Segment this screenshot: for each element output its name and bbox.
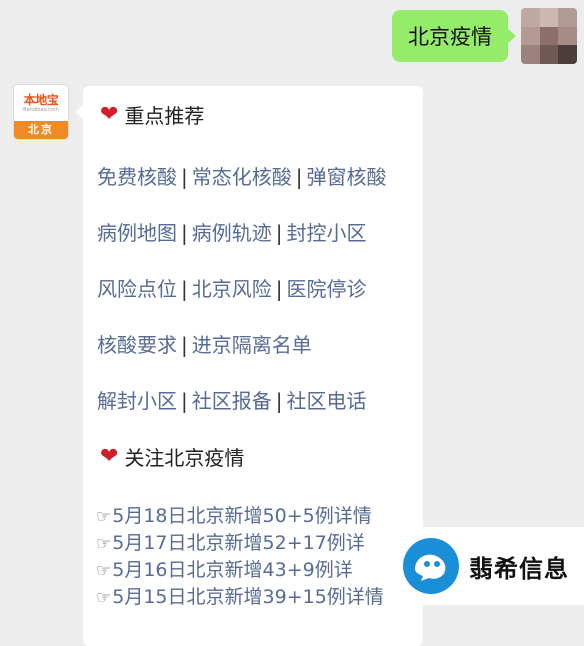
link-unlocked-area[interactable]: 解封小区 [97,389,177,413]
separator: | [181,221,188,245]
link-row-3: 风险点位 | 北京风险 | 医院停诊 [97,273,367,302]
link-popup-test[interactable]: 弹窗核酸 [307,165,387,189]
heart-icon: ❤ [100,444,119,469]
news-text: 5月17日北京新增52+17例详 [112,532,365,554]
heart-icon: ❤ [100,102,119,127]
link-risk-points[interactable]: 风险点位 [97,277,177,301]
pointing-hand-icon: ☞ [96,561,112,581]
link-test-requirements[interactable]: 核酸要求 [97,333,177,357]
separator: | [181,165,188,189]
separator: | [295,165,303,189]
outgoing-message-bubble[interactable]: 北京疫情 [392,10,516,62]
watermark-logo-icon [403,538,459,594]
link-hospital-closure[interactable]: 医院停诊 [287,277,367,301]
watermark-text: 翡希信息 [469,554,569,583]
news-text: 5月16日北京新增43+9例详 [112,559,353,581]
separator: | [181,333,188,357]
separator: | [275,221,283,245]
separator: | [181,389,188,413]
pointing-hand-icon: ☞ [96,534,112,554]
avatar-brand-sub: Bendibao.com [23,106,59,113]
news-item[interactable]: ☞5月17日北京新增52+17例详 [96,530,365,557]
link-free-test[interactable]: 免费核酸 [97,165,177,189]
watermark: 翡希信息 [401,527,584,605]
link-row-1: 免费核酸 | 常态化核酸 | 弹窗核酸 [97,161,387,190]
link-beijing-risk[interactable]: 北京风险 [192,277,272,301]
user-avatar[interactable] [521,8,577,64]
link-community-phone[interactable]: 社区电话 [287,389,367,413]
chat-area: 北京疫情 本地宝 Bendibao.com 北京 ❤ 重点推荐 免费核酸 | 常态化… [0,0,584,646]
link-quarantine-list[interactable]: 进京隔离名单 [192,333,312,357]
separator: | [181,277,188,301]
link-routine-test[interactable]: 常态化核酸 [192,165,292,189]
link-row-4: 核酸要求 | 进京隔离名单 [97,329,312,358]
avatar-brand-text: 本地宝 [23,92,59,107]
news-item[interactable]: ☞5月16日北京新增43+9例详 [96,557,353,584]
separator: | [275,389,283,413]
outgoing-message-text: 北京疫情 [408,25,492,49]
incoming-message-bubble: ❤ 重点推荐 免费核酸 | 常态化核酸 | 弹窗核酸 病例地图 | 病例轨迹 | 封控小区 风险… [75,86,423,646]
link-community-report[interactable]: 社区报备 [192,389,272,413]
section-title-recommend: ❤ 重点推荐 [100,100,204,129]
section-title-follow: ❤ 关注北京疫情 [100,442,244,471]
news-item[interactable]: ☞5月18日北京新增50+5例详情 [96,503,372,530]
link-locked-area[interactable]: 封控小区 [287,221,367,245]
section-title-text: 重点推荐 [124,104,205,128]
avatar-city-label: 北京 [14,121,68,139]
separator: | [275,277,283,301]
link-row-2: 病例地图 | 病例轨迹 | 封控小区 [97,217,367,246]
news-item[interactable]: ☞5月15日北京新增39+15例详情 [96,584,384,611]
official-account-avatar[interactable]: 本地宝 Bendibao.com 北京 [14,85,68,139]
pointing-hand-icon: ☞ [96,507,112,527]
pointing-hand-icon: ☞ [96,588,112,608]
link-case-map[interactable]: 病例地图 [97,221,177,245]
link-row-5: 解封小区 | 社区报备 | 社区电话 [97,385,367,414]
news-text: 5月18日北京新增50+5例详情 [112,505,372,527]
section-title-text: 关注北京疫情 [124,446,245,470]
link-case-trace[interactable]: 病例轨迹 [192,221,272,245]
